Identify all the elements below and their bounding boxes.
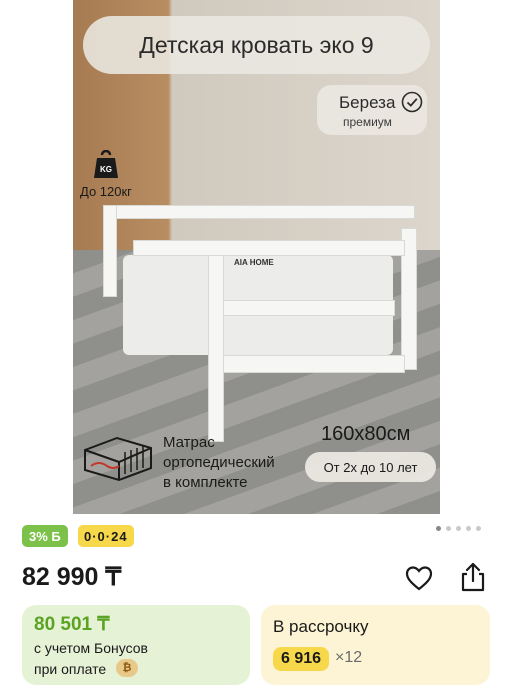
wood-type-badge: Береза премиум <box>317 85 427 135</box>
carousel-dot[interactable] <box>476 526 481 531</box>
bed-bottom-rail <box>223 355 405 373</box>
cashback-badge: 3% Б <box>22 525 68 547</box>
wood-grade: премиум <box>343 115 392 129</box>
installment-card[interactable]: В рассрочку 6 916 ×12 <box>261 605 490 685</box>
age-range-badge: От 2х до 10 лет <box>305 452 436 482</box>
mattress-line-3: в комплекте <box>163 474 248 491</box>
wood-name: Береза <box>339 93 396 112</box>
installment-plan-badge: 0·0·24 <box>78 525 134 547</box>
share-icon[interactable] <box>458 561 488 593</box>
bed-front-post <box>208 250 224 442</box>
mattress-line-2: ортопедический <box>163 454 275 471</box>
bed-back-rail <box>103 205 415 219</box>
carousel-dots[interactable] <box>436 526 481 531</box>
installment-amount: 6 916 <box>273 647 330 671</box>
product-price: 82 990 ₸ <box>22 563 122 591</box>
bed-size-label: 160x80см <box>321 423 411 445</box>
bonus-price: 80 501 ₸ <box>34 614 110 635</box>
installment-months: ×12 <box>335 649 363 666</box>
bonus-coin-icon: ₿ <box>116 659 138 677</box>
mattress-included-text: Матрас ортопедический в комплекте <box>163 433 275 493</box>
weight-limit-label: До 120кг <box>80 184 132 199</box>
mattress-line-1: Матрас <box>163 434 215 451</box>
carousel-dot[interactable] <box>466 526 471 531</box>
mattress-icon <box>84 436 152 482</box>
bonus-caption-line2: при оплате <box>34 661 107 677</box>
product-image[interactable]: AIA HOME Детская кровать эко 9 Береза пр… <box>73 0 440 514</box>
bed-left-post <box>103 205 117 297</box>
brand-label: AIA HOME <box>234 258 274 267</box>
carousel-dot[interactable] <box>456 526 461 531</box>
svg-text:KG: KG <box>100 165 112 174</box>
check-circle-icon <box>401 91 423 113</box>
carousel-dot[interactable] <box>436 526 441 531</box>
bed-top-rail <box>133 240 405 256</box>
bonus-caption-line1: с учетом Бонусов <box>34 640 148 656</box>
bonus-price-card[interactable]: 80 501 ₸ с учетом Бонусов при оплате ₿ <box>22 605 250 685</box>
installment-title: В рассрочку <box>273 617 369 636</box>
weight-kg-icon: KG <box>94 150 118 178</box>
carousel-dot[interactable] <box>446 526 451 531</box>
bed-front-rail <box>223 300 395 316</box>
product-title-overlay: Детская кровать эко 9 <box>83 16 430 74</box>
favorite-heart-icon[interactable] <box>404 563 434 593</box>
